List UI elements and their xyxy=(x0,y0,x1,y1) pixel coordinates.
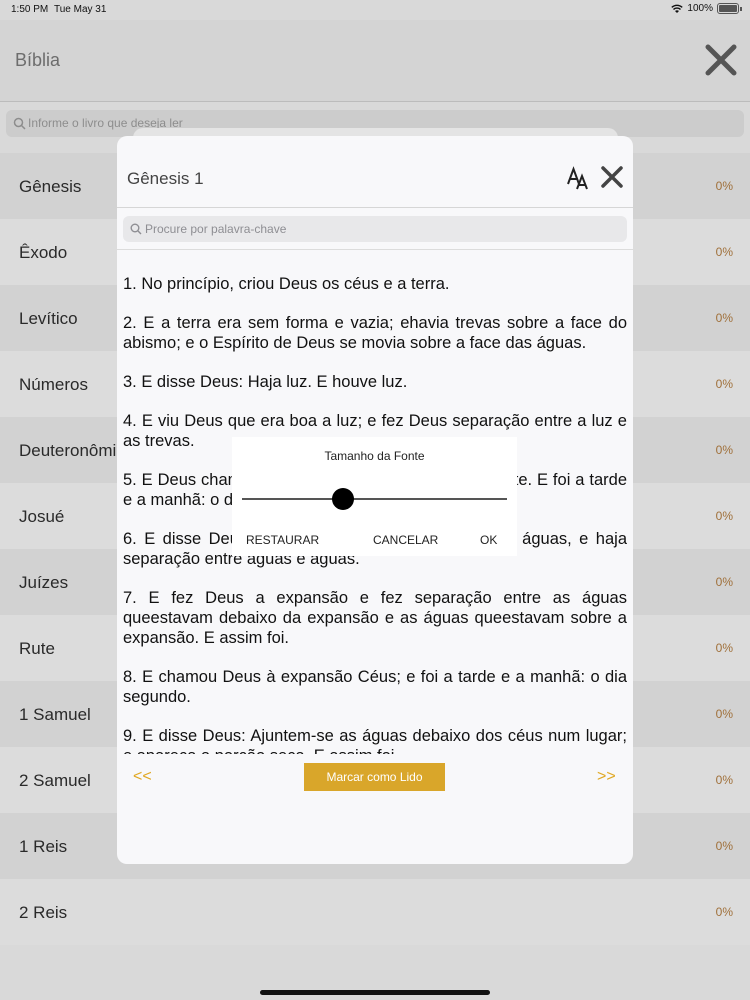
book-progress: 0% xyxy=(715,905,733,919)
book-progress: 0% xyxy=(715,245,733,259)
battery-icon xyxy=(717,3,739,14)
verse: 9. E disse Deus: Ajuntem-se as águas deb… xyxy=(123,727,627,754)
book-name: Juízes xyxy=(19,573,69,592)
book-name: Gênesis xyxy=(19,177,82,196)
book-progress: 0% xyxy=(715,773,733,787)
book-progress: 0% xyxy=(715,575,733,589)
font-size-dialog: Tamanho da Fonte RESTAURAR CANCELAR OK xyxy=(232,437,517,556)
previous-chapter-button[interactable]: << xyxy=(133,768,152,786)
book-progress: 0% xyxy=(715,443,733,457)
battery-cap xyxy=(740,6,742,11)
verse: 3. E disse Deus: Haja luz. E houve luz. xyxy=(123,373,408,391)
status-time: 1:50 PM xyxy=(11,4,49,15)
book-progress: 0% xyxy=(715,707,733,721)
book-progress: 0% xyxy=(715,179,733,193)
keyword-search-input[interactable]: Procure por palavra-chave xyxy=(123,216,627,242)
verse: 7. E fez Deus a expansão e fez separação… xyxy=(123,589,627,647)
close-icon[interactable] xyxy=(601,166,623,188)
home-indicator xyxy=(260,990,490,995)
book-progress: 0% xyxy=(715,839,733,853)
search-icon xyxy=(13,117,26,130)
keyword-search-placeholder: Procure por palavra-chave xyxy=(145,222,287,236)
book-name: Deuteronômio xyxy=(19,441,126,460)
restore-button[interactable]: RESTAURAR xyxy=(246,533,319,547)
status-date: Tue May 31 xyxy=(54,4,107,15)
book-row[interactable]: 2 Reis 0% xyxy=(0,879,750,945)
book-name: Números xyxy=(19,375,88,394)
book-name: 2 Samuel xyxy=(19,771,91,790)
close-icon[interactable] xyxy=(703,42,739,78)
modal-header: Gênesis 1 xyxy=(117,136,633,208)
book-name: 2 Reis xyxy=(19,903,68,922)
next-chapter-button[interactable]: >> xyxy=(597,768,616,786)
app-title: Bíblia xyxy=(15,50,61,70)
battery-percent: 100% xyxy=(687,3,713,14)
book-progress: 0% xyxy=(715,509,733,523)
mark-as-read-button[interactable]: Marcar como Lido xyxy=(304,763,445,791)
verse: 1. No princípio, criou Deus os céus e a … xyxy=(123,275,450,293)
book-name: Rute xyxy=(19,639,55,658)
book-name: Levítico xyxy=(19,309,78,328)
font-dialog-title: Tamanho da Fonte xyxy=(324,449,425,463)
book-name: 1 Reis xyxy=(19,837,68,856)
chapter-title: Gênesis 1 xyxy=(127,169,204,188)
wifi-icon xyxy=(671,4,684,13)
verse: 2. E a terra era sem forma e vazia; ehav… xyxy=(123,314,627,352)
ok-button[interactable]: OK xyxy=(480,533,497,547)
book-progress: 0% xyxy=(715,311,733,325)
font-size-slider-track[interactable] xyxy=(242,498,507,500)
status-bar: 1:50 PM Tue May 31 100% xyxy=(0,0,750,20)
book-name: Êxodo xyxy=(19,243,68,262)
book-progress: 0% xyxy=(715,641,733,655)
app-header: Bíblia xyxy=(0,20,750,102)
font-size-slider-knob[interactable] xyxy=(331,488,354,510)
book-progress: 0% xyxy=(715,377,733,391)
cancel-button[interactable]: CANCELAR xyxy=(373,533,438,547)
book-name: Josué xyxy=(19,507,65,526)
verse: 8. E chamou Deus à expansão Céus; e foi … xyxy=(123,668,627,706)
book-name: 1 Samuel xyxy=(19,705,91,724)
font-size-icon[interactable] xyxy=(567,166,589,190)
divider xyxy=(117,249,633,250)
search-icon xyxy=(130,223,142,235)
status-indicators: 100% xyxy=(671,3,742,14)
